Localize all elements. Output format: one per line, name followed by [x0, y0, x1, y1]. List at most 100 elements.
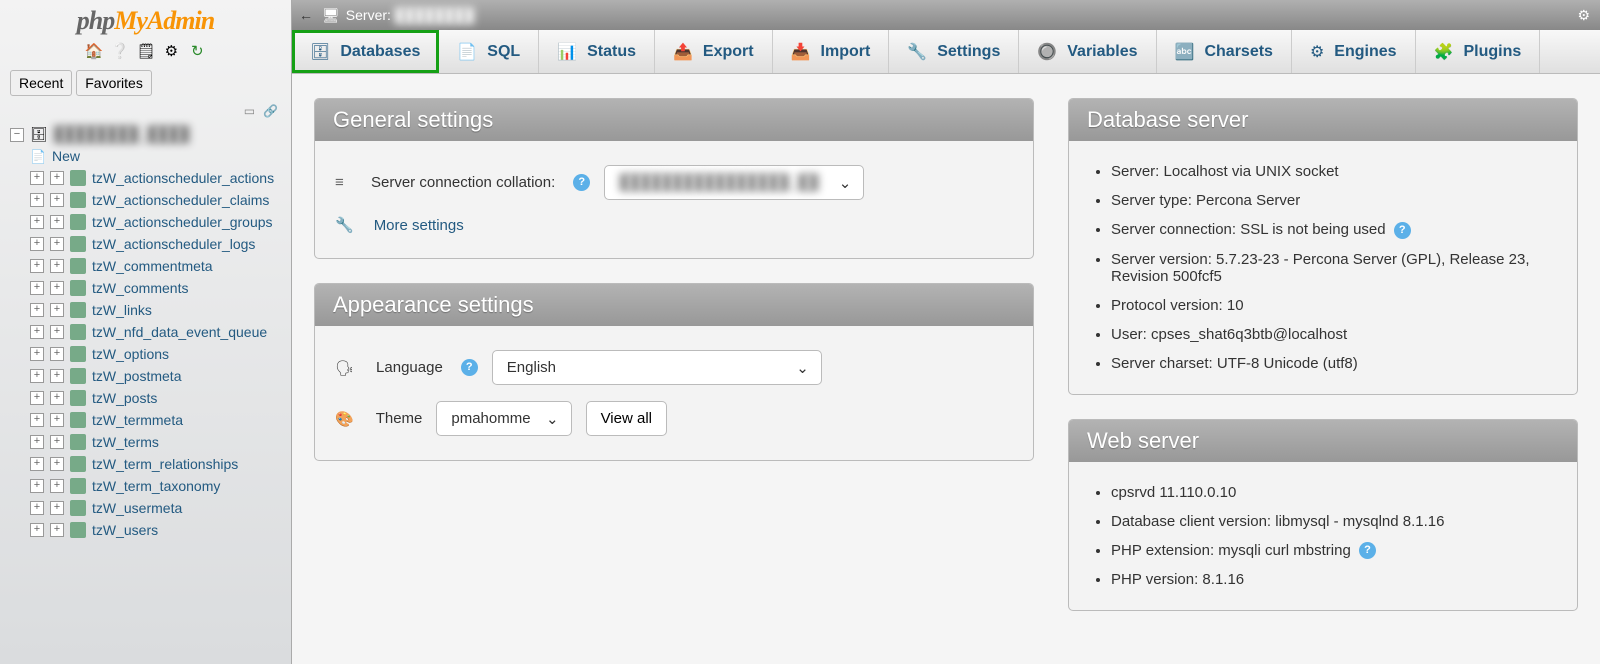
- expand-toggle-icon[interactable]: +: [50, 237, 64, 251]
- table-label[interactable]: tzW_term_relationships: [92, 456, 238, 472]
- expand-toggle-icon[interactable]: +: [50, 523, 64, 537]
- tree-table-item[interactable]: + + tzW_actionscheduler_actions: [30, 167, 287, 189]
- table-label[interactable]: tzW_actionscheduler_logs: [92, 236, 255, 252]
- tab-sql[interactable]: 📄SQL: [439, 30, 539, 73]
- expand-toggle-icon[interactable]: +: [30, 479, 44, 493]
- expand-toggle-icon[interactable]: +: [30, 501, 44, 515]
- tree-table-item[interactable]: + + tzW_term_taxonomy: [30, 475, 287, 497]
- tree-new-item[interactable]: New: [30, 145, 287, 167]
- expand-toggle-icon[interactable]: +: [50, 193, 64, 207]
- expand-toggle-icon[interactable]: +: [30, 303, 44, 317]
- table-label[interactable]: tzW_term_taxonomy: [92, 478, 220, 494]
- view-all-button[interactable]: View all: [586, 401, 667, 436]
- expand-toggle-icon[interactable]: +: [30, 259, 44, 273]
- help-icon[interactable]: ?: [1359, 542, 1376, 559]
- expand-toggle-icon[interactable]: +: [50, 391, 64, 405]
- table-label[interactable]: tzW_comments: [92, 280, 188, 296]
- tree-table-item[interactable]: + + tzW_users: [30, 519, 287, 541]
- page-settings-icon[interactable]: ⚙: [1577, 7, 1590, 24]
- expand-toggle-icon[interactable]: +: [50, 325, 64, 339]
- table-label[interactable]: tzW_actionscheduler_groups: [92, 214, 273, 230]
- tree-table-item[interactable]: + + tzW_usermeta: [30, 497, 287, 519]
- tree-table-item[interactable]: + + tzW_posts: [30, 387, 287, 409]
- tab-databases[interactable]: 🗄Databases: [292, 30, 439, 73]
- home-icon[interactable]: 🏠: [85, 42, 103, 60]
- reload-icon[interactable]: ↻: [188, 42, 206, 60]
- tab-export[interactable]: 📤Export: [655, 30, 773, 73]
- tab-variables[interactable]: 🔘Variables: [1019, 30, 1156, 73]
- tree-table-item[interactable]: + + tzW_comments: [30, 277, 287, 299]
- nav-back-icon[interactable]: ←: [296, 7, 316, 23]
- theme-select[interactable]: pmahomme ⌄: [436, 401, 571, 436]
- tree-table-item[interactable]: ++tzW_termmeta: [30, 409, 287, 431]
- tab-status[interactable]: 📊Status: [539, 30, 655, 73]
- expand-toggle-icon[interactable]: +: [50, 435, 64, 449]
- collapse-icon[interactable]: ▭: [241, 104, 255, 118]
- tree-table-item[interactable]: + + tzW_actionscheduler_claims: [30, 189, 287, 211]
- tab-import[interactable]: 📥Import: [773, 30, 890, 73]
- expand-toggle-icon[interactable]: +: [30, 391, 44, 405]
- collapse-toggle-icon[interactable]: −: [10, 128, 24, 142]
- expand-toggle-icon[interactable]: +: [30, 369, 44, 383]
- tree-table-item[interactable]: + + tzW_postmeta: [30, 365, 287, 387]
- expand-toggle-icon[interactable]: +: [50, 347, 64, 361]
- expand-toggle-icon[interactable]: +: [30, 325, 44, 339]
- help-icon[interactable]: ?: [461, 359, 478, 376]
- table-label[interactable]: tzW_users: [92, 522, 158, 538]
- expand-toggle-icon[interactable]: +: [50, 171, 64, 185]
- table-label[interactable]: tzW_options: [92, 346, 169, 362]
- table-label[interactable]: tzW_terms: [92, 434, 159, 450]
- expand-toggle-icon[interactable]: +: [50, 413, 64, 427]
- tab-settings[interactable]: 🔧Settings: [889, 30, 1019, 73]
- settings-icon[interactable]: ⚙: [162, 42, 180, 60]
- expand-toggle-icon[interactable]: +: [50, 479, 64, 493]
- expand-toggle-icon[interactable]: +: [30, 281, 44, 295]
- expand-toggle-icon[interactable]: +: [50, 303, 64, 317]
- expand-toggle-icon[interactable]: +: [30, 237, 44, 251]
- table-label[interactable]: tzW_termmeta: [92, 412, 183, 428]
- table-label[interactable]: tzW_commentmeta: [92, 258, 213, 274]
- expand-toggle-icon[interactable]: +: [30, 193, 44, 207]
- tree-table-item[interactable]: + + tzW_terms: [30, 431, 287, 453]
- new-label[interactable]: New: [52, 148, 80, 164]
- expand-toggle-icon[interactable]: +: [50, 281, 64, 295]
- expand-toggle-icon[interactable]: +: [30, 171, 44, 185]
- collation-select[interactable]: ████████████████_██ ⌄: [604, 165, 864, 200]
- link-icon[interactable]: 🔗: [263, 104, 277, 118]
- tree-table-item[interactable]: + + tzW_actionscheduler_groups: [30, 211, 287, 233]
- expand-toggle-icon[interactable]: +: [30, 215, 44, 229]
- expand-toggle-icon[interactable]: +: [30, 347, 44, 361]
- tree-table-item[interactable]: ++tzW_term_relationships: [30, 453, 287, 475]
- expand-toggle-icon[interactable]: +: [30, 523, 44, 537]
- tree-table-item[interactable]: + + tzW_nfd_data_event_queue: [30, 321, 287, 343]
- expand-toggle-icon[interactable]: +: [50, 259, 64, 273]
- expand-toggle-icon[interactable]: +: [30, 457, 44, 471]
- help-icon[interactable]: ?: [1394, 222, 1411, 239]
- sql-icon[interactable]: 🗒: [137, 42, 155, 60]
- expand-toggle-icon[interactable]: +: [50, 369, 64, 383]
- tree-root[interactable]: − 🗄 ████████_████: [4, 124, 287, 145]
- tab-charsets[interactable]: 🔤Charsets: [1157, 30, 1292, 73]
- expand-toggle-icon[interactable]: +: [50, 215, 64, 229]
- language-select[interactable]: English ⌄: [492, 350, 822, 385]
- tab-plugins[interactable]: 🧩Plugins: [1416, 30, 1541, 73]
- favorites-button[interactable]: Favorites: [76, 70, 152, 96]
- database-name[interactable]: ████████_████: [54, 126, 190, 143]
- table-label[interactable]: tzW_posts: [92, 390, 157, 406]
- expand-toggle-icon[interactable]: +: [30, 435, 44, 449]
- table-label[interactable]: tzW_nfd_data_event_queue: [92, 324, 267, 340]
- table-label[interactable]: tzW_actionscheduler_claims: [92, 192, 269, 208]
- tab-engines[interactable]: ⚙Engines: [1292, 30, 1416, 73]
- tree-table-item[interactable]: + + tzW_options: [30, 343, 287, 365]
- help-icon[interactable]: ❔: [111, 42, 129, 60]
- expand-toggle-icon[interactable]: +: [50, 501, 64, 515]
- recent-button[interactable]: Recent: [10, 70, 72, 96]
- tree-table-item[interactable]: + + tzW_commentmeta: [30, 255, 287, 277]
- more-settings-link[interactable]: More settings: [374, 217, 464, 234]
- tree-table-item[interactable]: + + tzW_links: [30, 299, 287, 321]
- table-label[interactable]: tzW_links: [92, 302, 152, 318]
- tree-table-item[interactable]: + + tzW_actionscheduler_logs: [30, 233, 287, 255]
- table-label[interactable]: tzW_usermeta: [92, 500, 182, 516]
- table-label[interactable]: tzW_postmeta: [92, 368, 181, 384]
- table-label[interactable]: tzW_actionscheduler_actions: [92, 170, 274, 186]
